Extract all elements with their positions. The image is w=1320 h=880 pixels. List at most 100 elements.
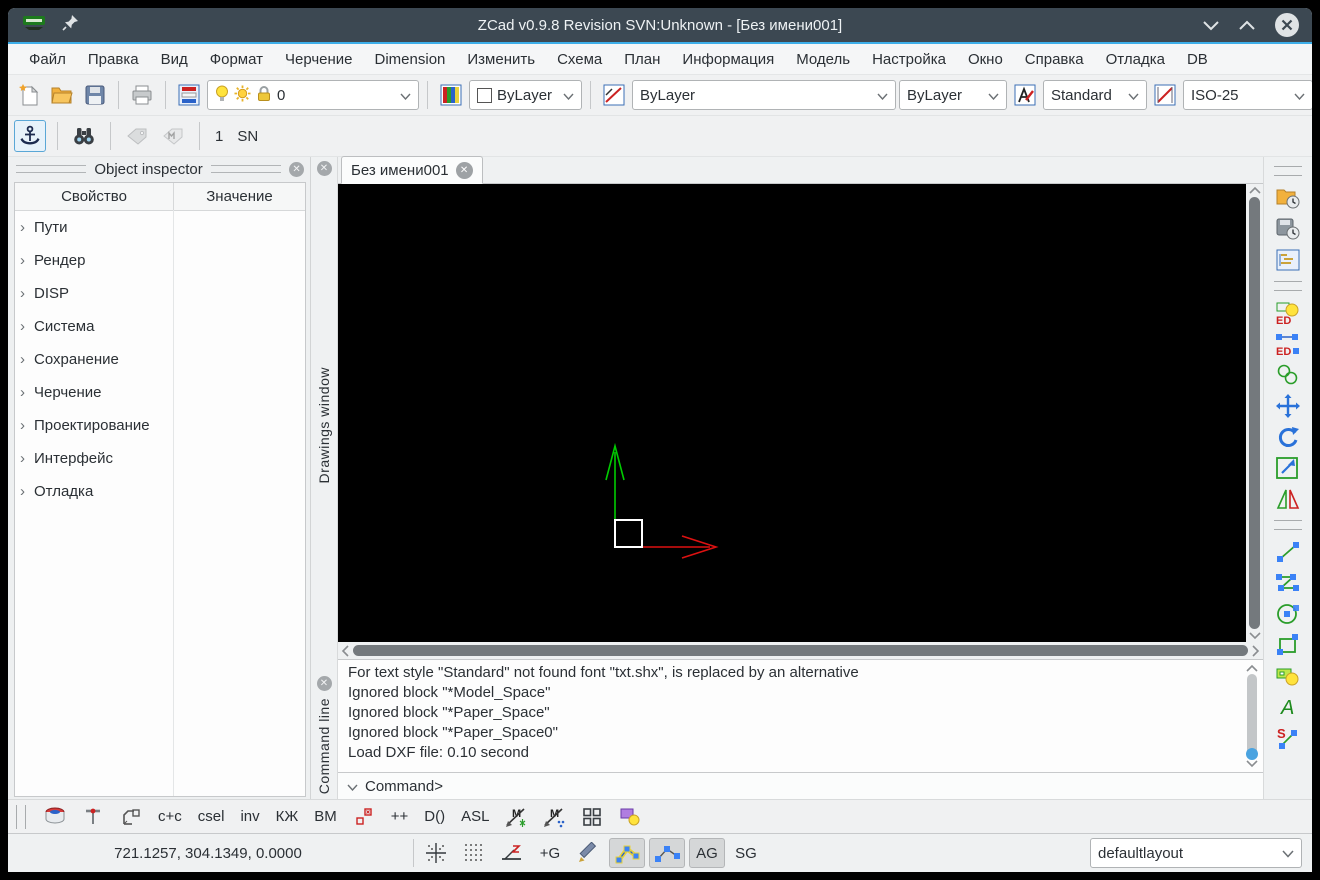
move-button[interactable] [1272,390,1304,421]
draw-text-button[interactable]: A [1272,691,1304,722]
menu-view[interactable]: Вид [150,51,199,68]
tag-m-button[interactable] [158,121,188,151]
ag-toggle[interactable]: AG [689,838,725,868]
menu-modify[interactable]: Изменить [456,51,546,68]
grid-four-button[interactable] [577,802,607,832]
m-brush-dots-button[interactable]: М [539,802,569,832]
dim-style-select[interactable]: ISO-25 [1183,80,1312,110]
menu-model[interactable]: Модель [785,51,861,68]
drawings-dock-close-icon[interactable]: ✕ [317,161,332,176]
command-log[interactable]: For text style "Standard" not found font… [338,659,1263,772]
vertical-scroll-thumb[interactable] [1249,197,1260,629]
linetype-select[interactable]: ByLayer [632,80,896,110]
expand-chevron-icon[interactable]: › [20,483,25,500]
chevron-down-icon[interactable] [347,778,358,795]
text-style-manager-button[interactable] [1010,80,1040,110]
expand-chevron-icon[interactable]: › [20,450,25,467]
save-button[interactable] [80,80,110,110]
close-button[interactable] [1274,12,1300,38]
find-button[interactable] [69,121,99,151]
maximize-button[interactable] [1238,20,1256,31]
select-inv-button[interactable]: inv [236,806,263,827]
lineweight-select[interactable]: ByLayer [899,80,1007,110]
grid-dots-toggle[interactable] [457,839,491,867]
g-snap-toggle[interactable]: +G [533,839,567,867]
menu-settings[interactable]: Настройка [861,51,957,68]
command-log-scrollbar[interactable] [1245,664,1259,768]
draw-polyline-button[interactable] [1272,567,1304,598]
dim-style-manager-button[interactable] [1150,80,1180,110]
group-shapes-button[interactable] [615,802,645,832]
menu-draw[interactable]: Черчение [274,51,364,68]
scale-button[interactable] [1272,452,1304,483]
expand-chevron-icon[interactable]: › [20,285,25,302]
save-timed-button[interactable] [1272,213,1304,244]
command-dock-close-icon[interactable]: ✕ [317,676,332,691]
open-file-button[interactable] [47,80,77,110]
draw-line-button[interactable] [1272,536,1304,567]
copy-button[interactable] [1272,359,1304,390]
scroll-down-icon[interactable] [1246,760,1258,768]
dock-grip[interactable] [16,165,86,173]
draw-rectangle-button[interactable] [1272,629,1304,660]
scroll-up-icon[interactable] [1246,664,1258,672]
menu-plan[interactable]: План [613,51,671,68]
menu-debug[interactable]: Отладка [1095,51,1176,68]
minimize-button[interactable] [1202,20,1220,31]
menu-information[interactable]: Информация [671,51,785,68]
inspector-row-saving[interactable]: ›Сохранение [15,343,305,376]
menu-file[interactable]: Файл [18,51,77,68]
scroll-down-icon[interactable] [1249,632,1261,640]
menu-dimension[interactable]: Dimension [364,51,457,68]
inspector-row-interface[interactable]: ›Интерфейс [15,442,305,475]
menu-window[interactable]: Окно [957,51,1014,68]
inspector-row-design[interactable]: ›Проектирование [15,409,305,442]
expand-chevron-icon[interactable]: › [20,351,25,368]
object-inspector-header[interactable]: Object inspector ✕ [8,157,310,181]
anchor-snap-button[interactable] [14,120,46,152]
m-brush-star-button[interactable]: М [501,802,531,832]
endpoint-snap-toggle[interactable] [649,838,685,868]
select-csel-button[interactable]: csel [194,806,229,827]
command-log-scroll-thumb[interactable] [1247,674,1257,758]
pin-point-button[interactable] [78,802,108,832]
scroll-right-icon[interactable] [1252,645,1260,657]
red-squares-button[interactable] [349,802,379,832]
toolbar-grip[interactable] [1274,281,1302,291]
color-manager-button[interactable] [436,80,466,110]
draft-pencil-toggle[interactable] [571,839,605,867]
select-vm-button[interactable]: ВМ [310,806,341,827]
inspector-row-debug[interactable]: ›Отладка [15,475,305,508]
dock-grip[interactable] [211,165,281,173]
menu-edit[interactable]: Правка [77,51,150,68]
draw-circle-button[interactable] [1272,598,1304,629]
pin-icon[interactable] [62,14,79,36]
mirror-button[interactable] [1272,483,1304,514]
layer-select[interactable]: 0 [207,80,419,110]
expand-chevron-icon[interactable]: › [20,252,25,269]
menu-help[interactable]: Справка [1014,51,1095,68]
tab-close-icon[interactable]: ✕ [456,162,473,179]
snap-mode-label[interactable]: SN [233,128,262,145]
select-cc-button[interactable]: c+c [154,806,186,827]
tag-button[interactable] [122,121,152,151]
toolbar-grip[interactable] [1274,520,1302,530]
expand-chevron-icon[interactable]: › [20,219,25,236]
menu-format[interactable]: Формат [199,51,274,68]
expand-chevron-icon[interactable]: › [20,417,25,434]
edit-nodes-button[interactable]: ED [1272,328,1304,359]
inspector-row-paths[interactable]: ›Пути [15,211,305,244]
form-editor-button[interactable] [1272,244,1304,275]
print-button[interactable] [127,80,157,110]
expand-chevron-icon[interactable]: › [20,384,25,401]
inspector-row-system[interactable]: ›Система [15,310,305,343]
toolbar-grip[interactable] [1274,166,1302,176]
inspector-row-render[interactable]: ›Рендер [15,244,305,277]
new-file-button[interactable] [14,80,44,110]
linetype-manager-button[interactable] [599,80,629,110]
command-prompt[interactable]: Command> [338,772,1263,799]
block-tool-button[interactable] [116,802,146,832]
draw-spline-button[interactable]: S [1272,722,1304,753]
edit-entity-button[interactable]: ED [1272,297,1304,328]
node-snap-toggle[interactable] [609,838,645,868]
